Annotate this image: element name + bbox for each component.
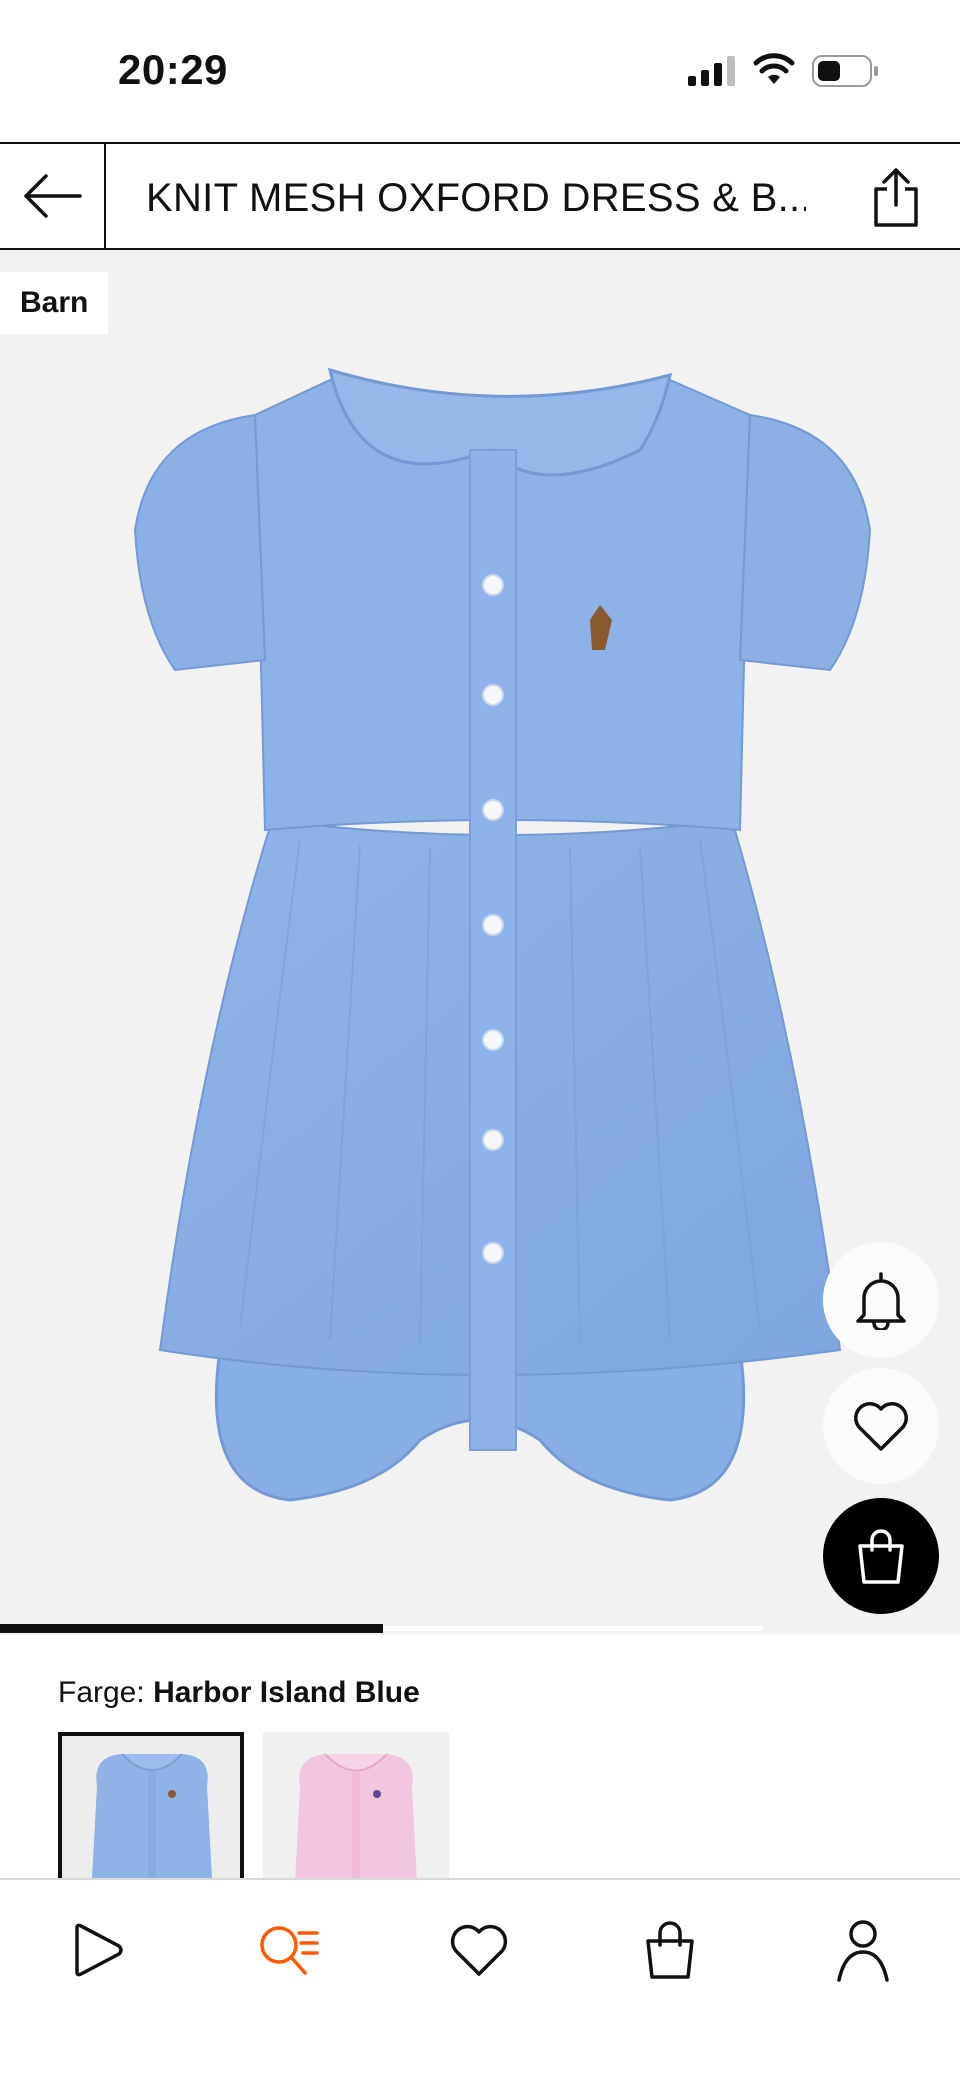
product-image-carousel[interactable]: Barn	[0, 250, 960, 1635]
add-to-bag-button[interactable]	[823, 1498, 939, 1614]
nav-item-profile[interactable]	[823, 1910, 903, 1990]
shopping-bag-icon	[858, 1529, 904, 1584]
nav-item-bag[interactable]	[630, 1910, 710, 1990]
share-button[interactable]	[868, 166, 924, 228]
alert-button[interactable]	[823, 1242, 939, 1358]
arrow-left-icon	[24, 174, 82, 218]
status-bar: 20:29	[0, 0, 960, 142]
wishlist-button[interactable]	[823, 1368, 939, 1484]
status-time: 20:29	[118, 46, 228, 93]
profile-icon	[837, 1920, 889, 1982]
indicator-track	[383, 1626, 763, 1631]
carousel-indicator	[0, 1624, 960, 1634]
top-bar: KNIT MESH OXFORD DRESS & B...	[0, 142, 960, 250]
page-title: KNIT MESH OXFORD DRESS & B...	[146, 176, 806, 220]
category-badge: Barn	[0, 272, 109, 334]
color-label-prefix: Farge:	[58, 1676, 145, 1709]
swatch-image-blue	[92, 1753, 212, 1878]
search-icon	[260, 1926, 319, 1975]
heart-icon	[854, 1402, 908, 1451]
play-icon	[75, 1923, 123, 1977]
share-icon	[874, 168, 918, 227]
nav-item-search[interactable]	[248, 1910, 328, 1990]
bag-icon	[646, 1921, 694, 1979]
nav-item-inspiration[interactable]	[57, 1910, 137, 1990]
product-image	[133, 367, 872, 1502]
indicator-active	[0, 1624, 383, 1633]
back-button[interactable]	[0, 144, 106, 248]
nav-item-wishlist[interactable]	[439, 1910, 519, 1990]
swatch-image-pink	[295, 1753, 417, 1882]
battery-icon	[812, 55, 878, 87]
color-swatch-pink[interactable]	[263, 1732, 449, 1882]
cellular-signal-icon	[688, 56, 735, 86]
bell-icon	[856, 1272, 906, 1330]
color-swatch-blue[interactable]	[58, 1732, 244, 1882]
bottom-navigation	[0, 1878, 960, 2081]
wifi-icon	[753, 53, 795, 84]
heart-icon	[450, 1924, 508, 1976]
color-label: Farge: Harbor Island Blue	[58, 1676, 420, 1710]
selected-color-name: Harbor Island Blue	[153, 1676, 420, 1709]
